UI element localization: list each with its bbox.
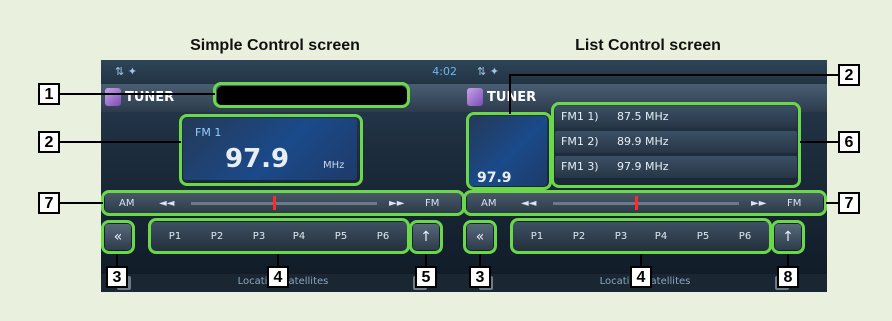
leader-line-2-list — [509, 74, 839, 76]
highlight-antenna-simple — [409, 220, 443, 254]
tuner-app-icon — [467, 88, 483, 106]
clock: 4:02 — [432, 65, 457, 78]
list-control-heading: List Control screen — [575, 37, 721, 54]
leader-line-6-list — [800, 141, 840, 143]
callout-3-simple: 3 — [106, 266, 128, 288]
callout-7-list: 7 — [838, 192, 860, 214]
highlight-frequency-display — [179, 114, 363, 186]
highlight-presets-simple — [148, 218, 410, 254]
highlight-collapse-list — [463, 220, 497, 254]
leader-line-2-simple — [60, 141, 181, 143]
status-icons: ⇅ ✦ — [477, 65, 499, 78]
leader-line-1 — [60, 93, 215, 95]
app-title: TUNER — [487, 90, 537, 105]
highlight-presets-list — [510, 218, 772, 254]
callout-4-list: 4 — [630, 266, 652, 288]
callout-5-simple: 5 — [415, 266, 437, 288]
highlight-info-field — [213, 82, 410, 108]
callout-2-list: 2 — [838, 64, 860, 86]
status-bar: ⇅ ✦ 4:02 — [101, 60, 465, 84]
callout-3-list: 3 — [469, 266, 491, 288]
highlight-collapse-simple — [101, 220, 135, 254]
callout-8-list: 8 — [777, 266, 799, 288]
callout-6-list: 6 — [838, 131, 860, 153]
highlight-tuner-bar-simple — [101, 190, 465, 216]
highlight-antenna-list — [771, 220, 805, 254]
tuner-app-icon — [105, 88, 121, 106]
highlight-frequency-display-list — [466, 112, 552, 190]
callout-7-simple: 7 — [38, 192, 60, 214]
status-icons: ⇅ ✦ — [115, 65, 137, 78]
callout-2-simple: 2 — [38, 131, 60, 153]
leader-line-2-list-drop — [509, 74, 511, 114]
callout-1: 1 — [38, 83, 60, 105]
highlight-preset-list — [551, 102, 801, 188]
simple-control-heading: Simple Control screen — [190, 37, 360, 54]
callout-4-simple: 4 — [267, 266, 289, 288]
highlight-tuner-bar-list — [463, 190, 827, 216]
status-bar: ⇅ ✦ — [463, 60, 827, 84]
leader-line-7-simple — [60, 202, 103, 204]
